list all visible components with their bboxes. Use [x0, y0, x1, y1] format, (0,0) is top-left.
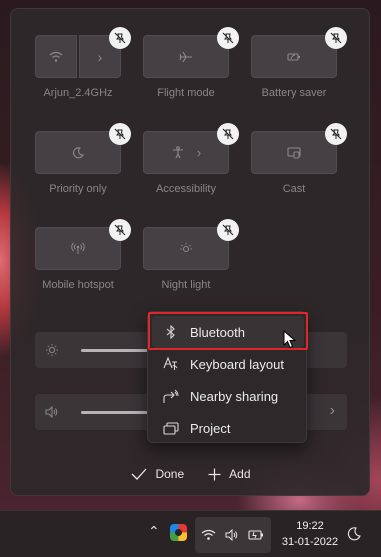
- wifi-toggle: ›: [35, 35, 121, 78]
- chevron-up-icon[interactable]: ⌃: [148, 523, 160, 540]
- done-label: Done: [155, 467, 185, 481]
- unpin-button[interactable]: [217, 219, 239, 241]
- night-light-button[interactable]: [143, 227, 229, 270]
- taskbar: ⌃ 19:22 31-01-2022: [0, 510, 381, 557]
- unpin-button[interactable]: [217, 27, 239, 49]
- battery-icon: [248, 530, 263, 540]
- unpin-button[interactable]: [325, 123, 347, 145]
- tile-label: Night light: [161, 279, 211, 291]
- nearby-sharing-icon: [152, 389, 190, 404]
- night-light-icon: [180, 243, 192, 253]
- wifi-icon: [201, 529, 216, 540]
- unpin-icon: [114, 128, 126, 140]
- mobile-hotspot-button[interactable]: [35, 227, 121, 270]
- unpin-icon: [330, 128, 342, 140]
- unpin-icon: [222, 224, 234, 236]
- volume-icon[interactable]: [45, 406, 59, 418]
- accessibility-icon: [172, 146, 183, 159]
- priority-only-button[interactable]: [35, 131, 121, 174]
- tile-label: Accessibility: [156, 183, 216, 195]
- tile-label: Arjun_2.4GHz: [43, 87, 113, 99]
- unpin-button[interactable]: [217, 123, 239, 145]
- app-tray-icon[interactable]: [170, 524, 187, 541]
- clock[interactable]: 19:22 31-01-2022: [278, 518, 342, 550]
- menu-item-label: Keyboard layout: [190, 356, 284, 372]
- wifi-toggle-button[interactable]: [35, 35, 77, 78]
- unpin-icon: [330, 32, 342, 44]
- add-label: Add: [229, 467, 251, 481]
- wifi-icon: [49, 51, 63, 62]
- clock-date: 31-01-2022: [281, 536, 339, 548]
- project-icon: [152, 421, 190, 435]
- battery-saver-icon: [287, 52, 300, 61]
- hotspot-icon: [71, 242, 85, 254]
- moon-icon: [73, 146, 84, 158]
- system-tray-group[interactable]: [195, 517, 271, 553]
- unpin-button[interactable]: [109, 219, 131, 241]
- chevron-right-icon[interactable]: ›: [330, 403, 335, 419]
- done-button[interactable]: Done: [131, 467, 184, 481]
- keyboard-layout-icon: [152, 356, 190, 372]
- plus-icon: [208, 468, 221, 480]
- menu-item-label: Project: [190, 420, 231, 436]
- accessibility-button[interactable]: ›: [143, 131, 229, 174]
- menu-item-keyboard-layout[interactable]: Keyboard layout: [152, 348, 304, 380]
- unpin-button[interactable]: [109, 123, 131, 145]
- mouse-cursor-icon: [283, 330, 297, 349]
- volume-icon: [225, 529, 238, 541]
- unpin-icon: [222, 128, 234, 140]
- unpin-icon: [114, 224, 126, 236]
- flight-mode-button[interactable]: [143, 35, 229, 78]
- add-button[interactable]: Add: [208, 467, 251, 481]
- tile-label: Battery saver: [261, 87, 327, 99]
- unpin-button[interactable]: [109, 27, 131, 49]
- checkmark-icon: [132, 468, 147, 480]
- battery-saver-button[interactable]: [251, 35, 337, 78]
- menu-item-project[interactable]: Project: [152, 412, 304, 444]
- tile-label: Mobile hotspot: [42, 279, 114, 291]
- chevron-right-icon: ›: [97, 48, 103, 65]
- airplane-icon: [179, 51, 192, 62]
- cast-button[interactable]: [251, 131, 337, 174]
- cast-icon: [287, 146, 301, 158]
- unpin-icon: [114, 32, 126, 44]
- chevron-right-icon: ›: [196, 145, 202, 160]
- focus-moon-icon[interactable]: [347, 527, 361, 541]
- tile-label: Flight mode: [157, 87, 215, 99]
- clock-time: 19:22: [296, 520, 324, 532]
- menu-item-nearby-sharing[interactable]: Nearby sharing: [152, 380, 304, 412]
- panel-footer: Done Add: [11, 467, 371, 481]
- brightness-icon: [46, 344, 58, 356]
- unpin-button[interactable]: [325, 27, 347, 49]
- menu-item-label: Nearby sharing: [190, 388, 279, 404]
- tile-label: Cast: [282, 183, 306, 195]
- unpin-icon: [222, 32, 234, 44]
- tile-label: Priority only: [49, 183, 107, 195]
